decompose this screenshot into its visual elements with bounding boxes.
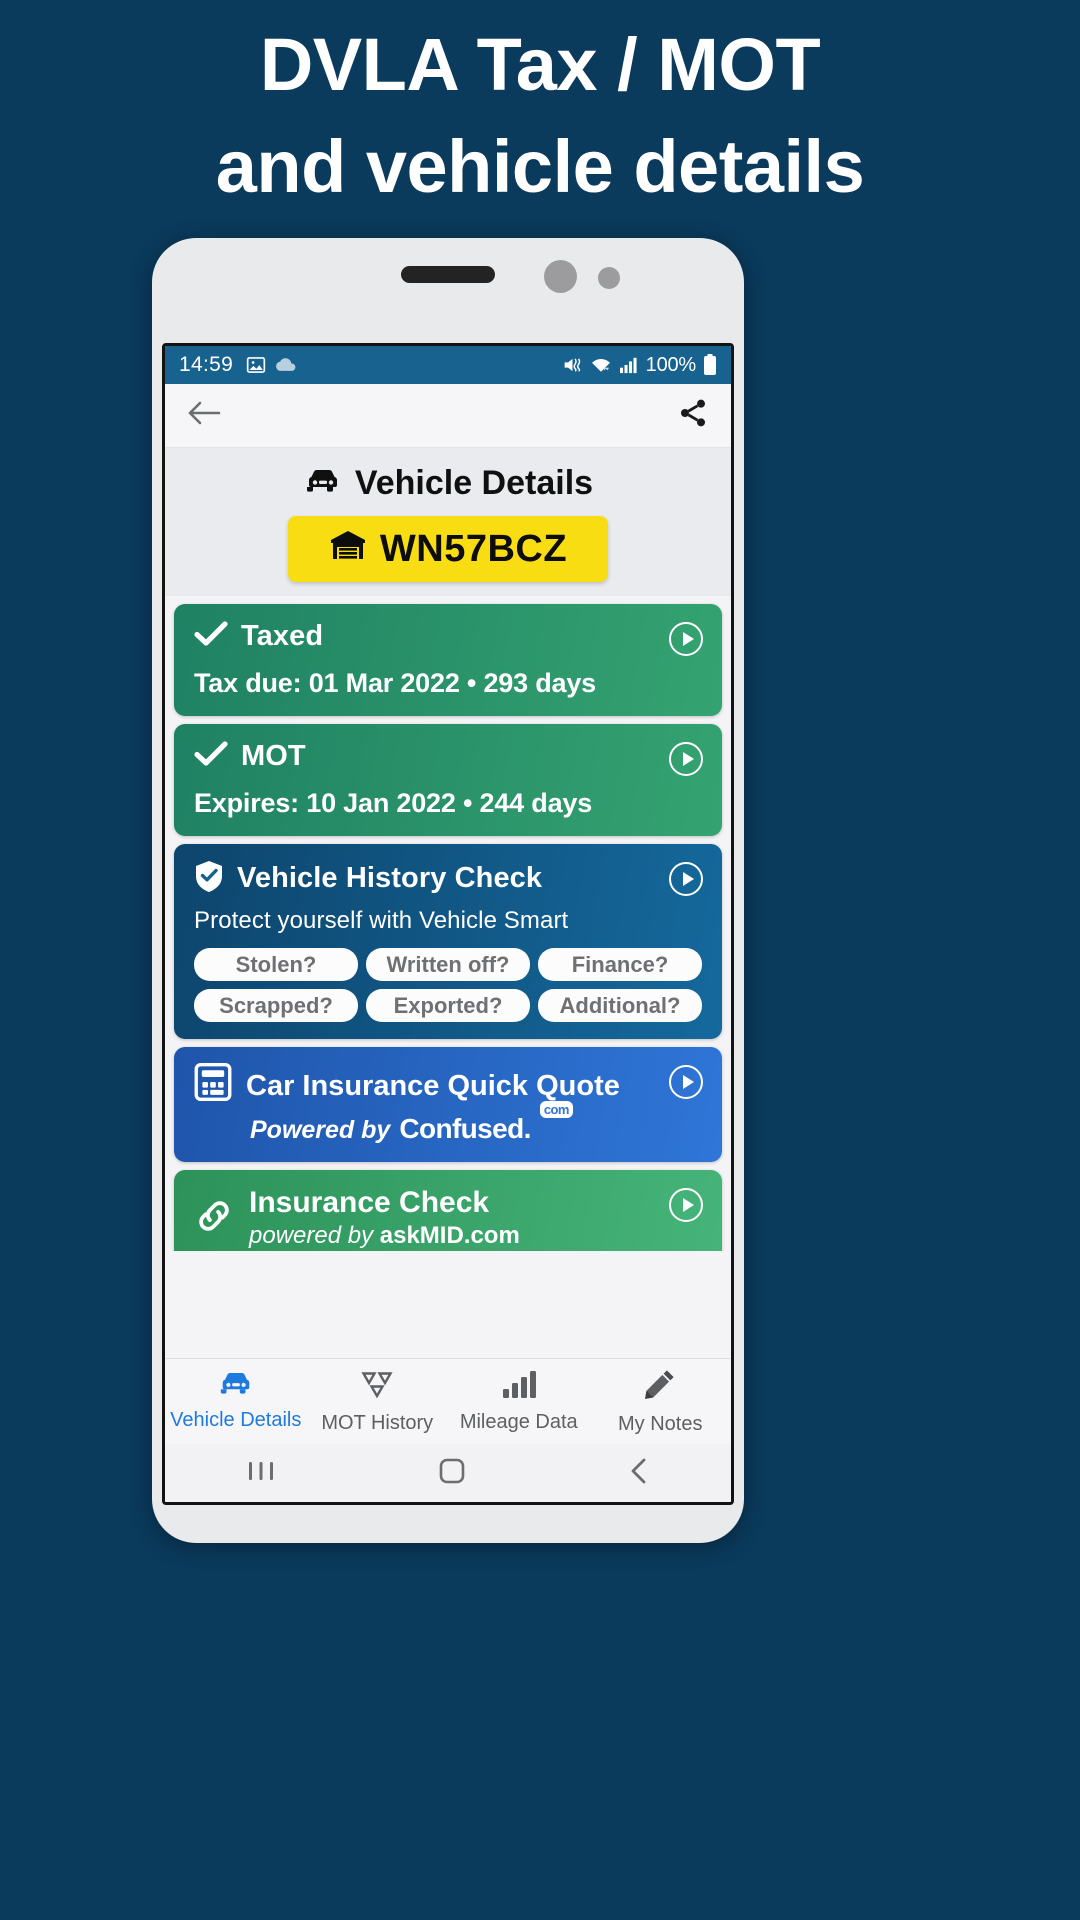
- nav-label-vehicle-details: Vehicle Details: [170, 1409, 302, 1431]
- mot-status-label: MOT: [241, 740, 306, 772]
- insurance-powered-label: powered by: [249, 1222, 374, 1249]
- nav-label-mileage-data: Mileage Data: [459, 1410, 578, 1433]
- status-time: 14:59: [179, 353, 234, 376]
- mot-card[interactable]: MOT Expires: 10 Jan 2022 • 244 days: [174, 724, 722, 836]
- app-bar: [165, 384, 731, 448]
- play-arrow-icon[interactable]: [669, 862, 703, 896]
- cards-scroll-area[interactable]: Taxed Tax due: 01 Mar 2022 • 293 days MO…: [165, 596, 731, 1251]
- pill-stolen[interactable]: Stolen?: [194, 948, 358, 981]
- link-icon: [194, 1196, 234, 1241]
- plate-number: WN57BCZ: [379, 527, 568, 570]
- garage-icon: [329, 528, 367, 571]
- phone-mockup: 14:59 100% Vehicle Details WN57BCZ Taxed…: [152, 238, 744, 1543]
- pill-exported[interactable]: Exported?: [366, 989, 530, 1022]
- phone-screen: 14:59 100% Vehicle Details WN57BCZ Taxed…: [162, 343, 734, 1505]
- nav-item-mot-history[interactable]: MOT History: [307, 1369, 449, 1435]
- back-arrow-icon[interactable]: [187, 400, 221, 431]
- mot-triangles-icon: [358, 1369, 396, 1405]
- car-icon: [217, 1371, 255, 1402]
- phone-earpiece: [401, 266, 495, 283]
- cloud-icon: [275, 357, 297, 373]
- confused-com-logo: Confused. com: [399, 1101, 573, 1145]
- insurance-check-powered: powered by askMID.com: [249, 1222, 520, 1250]
- play-arrow-icon[interactable]: [669, 742, 703, 776]
- check-icon: [194, 740, 228, 773]
- page-title: Vehicle Details: [165, 464, 731, 503]
- tax-card[interactable]: Taxed Tax due: 01 Mar 2022 • 293 days: [174, 604, 722, 716]
- pill-additional[interactable]: Additional?: [538, 989, 702, 1022]
- nav-item-mileage-data[interactable]: Mileage Data: [448, 1370, 590, 1434]
- insurance-check-card[interactable]: Insurance Check powered by askMID.com: [174, 1170, 722, 1251]
- battery-icon: [703, 354, 717, 376]
- page-title-text: Vehicle Details: [354, 464, 594, 502]
- nav-item-my-notes[interactable]: My Notes: [590, 1368, 732, 1436]
- mot-detail: Expires: 10 Jan 2022 • 244 days: [194, 788, 593, 818]
- promo-heading: DVLA Tax / MOT and vehicle details: [0, 14, 1080, 218]
- pill-written-off[interactable]: Written off?: [366, 948, 530, 981]
- calculator-icon: [194, 1063, 232, 1109]
- nav-label-my-notes: My Notes: [618, 1412, 703, 1435]
- registration-plate[interactable]: WN57BCZ: [288, 516, 608, 582]
- promo-line-2: and vehicle details: [215, 125, 865, 209]
- vehicle-history-check-card[interactable]: Vehicle History Check Protect yourself w…: [174, 844, 722, 1039]
- pill-finance[interactable]: Finance?: [538, 948, 702, 981]
- insurance-check-title: Insurance Check: [249, 1186, 490, 1219]
- signal-icon: [619, 356, 639, 374]
- play-arrow-icon[interactable]: [669, 622, 703, 656]
- confused-dotcom-badge: com: [539, 1101, 573, 1118]
- mute-vibrate-icon: [562, 356, 583, 374]
- tax-status-label: Taxed: [241, 620, 324, 652]
- image-icon: [246, 355, 266, 375]
- shield-check-icon: [194, 860, 224, 897]
- nav-label-mot-history: MOT History: [321, 1411, 434, 1434]
- share-icon[interactable]: [677, 397, 709, 434]
- back-chevron-icon[interactable]: [626, 1456, 652, 1491]
- phone-camera-primary: [544, 260, 577, 293]
- recents-icon[interactable]: [244, 1458, 278, 1489]
- pill-scrapped[interactable]: Scrapped?: [194, 989, 358, 1022]
- home-icon[interactable]: [437, 1456, 467, 1491]
- confused-brand-text: Confused.: [399, 1113, 531, 1144]
- battery-percent: 100%: [645, 353, 697, 376]
- wifi-icon: [590, 356, 612, 374]
- askmid-brand: askMID.com: [379, 1222, 520, 1249]
- quote-powered-by: Powered by: [250, 1116, 391, 1144]
- system-navigation-bar: [165, 1444, 731, 1502]
- check-icon: [194, 620, 228, 653]
- vehicle-details-header: Vehicle Details WN57BCZ: [165, 448, 731, 596]
- history-check-title: Vehicle History Check: [237, 862, 543, 894]
- history-check-pills: Stolen? Written off? Finance? Scrapped? …: [194, 948, 702, 1022]
- pencil-icon: [644, 1368, 676, 1406]
- car-insurance-quote-card[interactable]: Car Insurance Quick Quote Powered by Con…: [174, 1047, 722, 1162]
- play-arrow-icon[interactable]: [669, 1065, 703, 1099]
- bar-chart-icon: [502, 1370, 536, 1404]
- promo-line-1: DVLA Tax / MOT: [259, 23, 821, 106]
- tax-detail: Tax due: 01 Mar 2022 • 293 days: [194, 668, 596, 698]
- bottom-navigation: Vehicle Details MOT History Mileage Data…: [165, 1358, 731, 1444]
- history-check-subtitle: Protect yourself with Vehicle Smart: [194, 907, 569, 934]
- phone-camera-secondary: [598, 267, 620, 289]
- status-bar: 14:59 100%: [165, 346, 731, 384]
- quote-title: Car Insurance Quick Quote: [246, 1069, 620, 1102]
- nav-item-vehicle-details[interactable]: Vehicle Details: [165, 1371, 307, 1432]
- play-arrow-icon[interactable]: [669, 1188, 703, 1222]
- car-icon: [303, 464, 343, 503]
- cards-list: Taxed Tax due: 01 Mar 2022 • 293 days MO…: [165, 596, 731, 1251]
